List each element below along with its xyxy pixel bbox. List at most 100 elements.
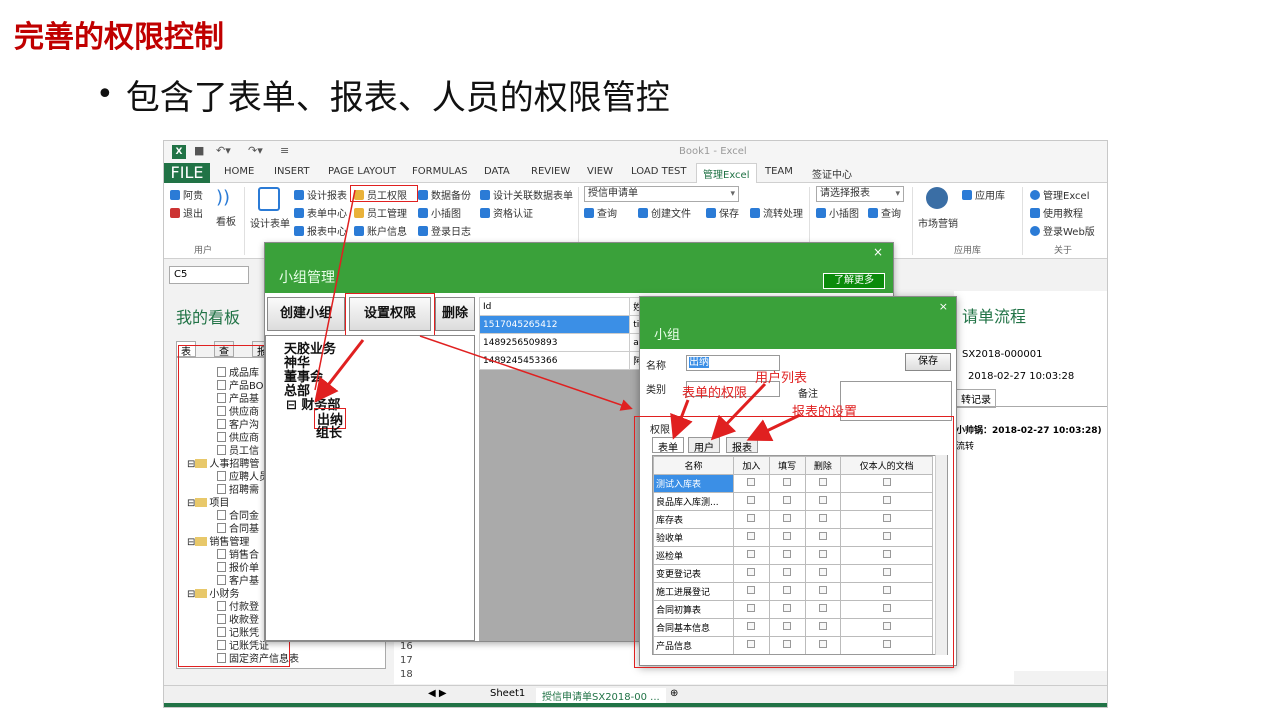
highlight-set-permission (345, 293, 435, 337)
tab-view[interactable]: VIEW (587, 166, 613, 177)
tab-visa-center[interactable]: 签证中心 (812, 166, 852, 181)
window-title: Book1 - Excel (679, 146, 747, 157)
dialog-title: 小组 (654, 328, 681, 343)
login-log-button[interactable]: 登录日志 (418, 223, 471, 238)
data-backup-button[interactable]: 数据备份 (418, 187, 471, 202)
small-chart-button[interactable]: 小插图 (418, 205, 461, 220)
app-store-button[interactable]: 应用库 (962, 187, 1005, 202)
tab-load-test[interactable]: LOAD TEST (631, 166, 687, 177)
tutorial-button[interactable]: 使用教程 (1030, 205, 1083, 220)
query-button[interactable]: 查询 (584, 205, 617, 220)
delete-button[interactable]: 删除 (435, 297, 475, 331)
ribbon-separator (1022, 187, 1023, 255)
group-node[interactable]: 组长 (316, 422, 342, 441)
ribbon-separator (912, 187, 913, 255)
note-label: 备注 (798, 389, 818, 400)
group-label-about: 关于 (1054, 246, 1073, 256)
sheet-nav-icon[interactable]: ◀ ▶ (422, 688, 453, 699)
dialog-header: 小组 × (640, 297, 956, 349)
kanban-button[interactable]: 看板 (216, 213, 236, 228)
tab-team[interactable]: TEAM (765, 166, 793, 177)
flow-code: SX2018-000001 (962, 349, 1043, 360)
tab-formulas[interactable]: FORMULAS (412, 166, 468, 177)
annotation-user-list: 用户列表 (755, 371, 808, 386)
annotation-report-settings: 报表的设置 (792, 405, 858, 420)
manage-excel-button[interactable]: 管理Excel (1030, 187, 1090, 202)
qualification-button[interactable]: 资格认证 (480, 205, 533, 220)
query2-button[interactable]: 查询 (868, 205, 901, 220)
logout-button[interactable]: 退出 (170, 205, 203, 220)
row-number: 18 (400, 669, 413, 680)
create-group-button[interactable]: 创建小组 (267, 297, 345, 331)
status-bar (164, 703, 1107, 707)
flow-button[interactable]: 流转处理 (750, 205, 803, 220)
name-label: 名称 (646, 361, 666, 372)
user-icon (170, 190, 180, 200)
logout-icon (170, 208, 180, 218)
market-icon (926, 187, 948, 209)
column-header: Id (478, 297, 631, 316)
tab-file[interactable]: FILE (164, 163, 210, 183)
form-select-dropdown[interactable]: 授信申请单 (584, 186, 739, 202)
excel-logo-icon: X (172, 145, 186, 159)
table-cell[interactable]: 1489256509893 (478, 333, 631, 352)
ribbon-tabs: FILE HOME INSERT PAGE LAYOUT FORMULAS DA… (164, 163, 1107, 183)
highlight-permission-area (634, 416, 954, 668)
ribbon-separator (244, 187, 245, 255)
sheet-bar: ◀ ▶ Sheet1 授信申请单SX2018-00 ... ⊕ (164, 685, 1107, 705)
create-file-button[interactable]: 创建文件 (638, 205, 691, 220)
rss-icon[interactable]: )) (216, 187, 230, 208)
account-info-button[interactable]: 账户信息 (354, 223, 407, 238)
flow-divider (954, 406, 1107, 407)
flow-date: 2018-02-27 10:03:28 (968, 371, 1075, 382)
quick-access-toolbar: X ■ ↶▾ ↷▾ ≡ Book1 - Excel (164, 141, 1107, 163)
type-label: 类别 (646, 385, 666, 396)
dialog-header: 小组管理 × 了解更多 (265, 243, 893, 293)
user-button[interactable]: 阿贵 (170, 187, 203, 202)
design-form-icon (258, 187, 280, 211)
tab-data[interactable]: DATA (484, 166, 510, 177)
report-center-button[interactable]: 报表中心 (294, 223, 347, 238)
row-number: 17 (400, 655, 413, 666)
flow-log-status: 流转 (956, 442, 975, 452)
annotation-form-perm: 表单的权限 (682, 386, 748, 401)
group-tree: 天胶业务 神华 董事会 总部 ⊟ 财务部 出纳 组长 (265, 335, 475, 641)
tab-manage-excel[interactable]: 管理Excel (696, 163, 757, 183)
market-button[interactable]: 市场营销 (918, 215, 958, 230)
form-center-button[interactable]: 表单中心 (294, 205, 347, 220)
sheet-tab-1[interactable]: Sheet1 (484, 688, 531, 699)
flow-log: 小帅锅：2018-02-27 10:03:28) (956, 426, 1102, 436)
table-cell[interactable]: 1489245453366 (478, 351, 631, 370)
design-form-button[interactable]: 设计表单 (250, 215, 290, 230)
customize-icon[interactable]: ≡ (280, 144, 289, 157)
flow-panel-title: 请单流程 (962, 307, 1027, 326)
tab-insert[interactable]: INSERT (274, 166, 309, 177)
name-box[interactable]: C5 (169, 266, 249, 284)
close-icon[interactable]: × (873, 245, 883, 259)
save-button[interactable]: 保存 (706, 205, 739, 220)
add-sheet-icon[interactable]: ⊕ (664, 688, 684, 699)
small-chart2-button[interactable]: 小插图 (816, 205, 859, 220)
table-cell[interactable]: 1517045265412 (478, 315, 631, 334)
redo-icon[interactable]: ↷▾ (248, 144, 263, 157)
report-select-dropdown[interactable]: 请选择报表 (816, 186, 904, 202)
kanban-title: 我的看板 (176, 308, 241, 327)
design-report-button[interactable]: 设计报表 (294, 187, 347, 202)
undo-icon[interactable]: ↶▾ (216, 144, 231, 157)
close-icon[interactable]: × (939, 300, 948, 313)
slide-title: 完善的权限控制 (14, 20, 224, 55)
excel-window: X ■ ↶▾ ↷▾ ≡ Book1 - Excel FILE HOME INSE… (163, 140, 1108, 708)
highlight-staff-perm (350, 185, 418, 202)
web-login-button[interactable]: 登录Web版 (1030, 223, 1095, 238)
staff-mgmt-button[interactable]: 员工管理 (354, 205, 407, 220)
save-button[interactable]: 保存 (905, 353, 951, 371)
row-number: 16 (400, 641, 413, 652)
tab-page-layout[interactable]: PAGE LAYOUT (328, 166, 396, 177)
tab-home[interactable]: HOME (224, 166, 254, 177)
bullet-text: 包含了表单、报表、人员的权限管控 (125, 78, 670, 118)
design-relation-button[interactable]: 设计关联数据表单 (480, 187, 573, 202)
dialog-title: 小组管理 (279, 270, 335, 286)
learn-more-button[interactable]: 了解更多 (823, 273, 885, 289)
tab-review[interactable]: REVIEW (531, 166, 570, 177)
save-icon[interactable]: ■ (194, 144, 204, 157)
